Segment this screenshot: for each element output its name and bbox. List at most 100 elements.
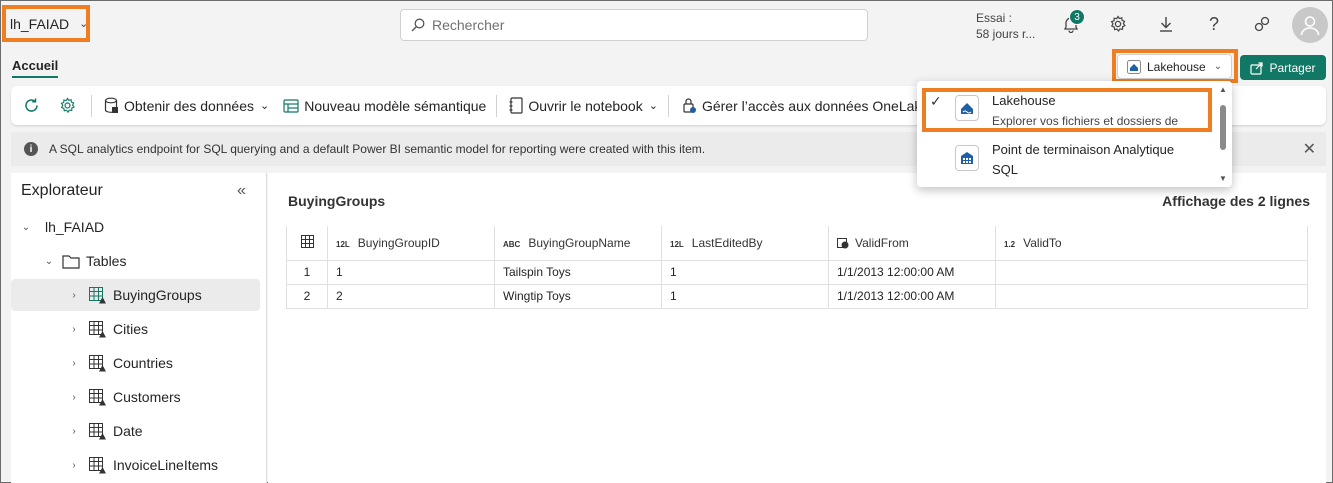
column-name: BuyingGroupName (528, 235, 631, 250)
sql-endpoint-icon (955, 145, 979, 171)
refresh-icon[interactable] (23, 97, 45, 114)
tables-folder-label: Tables (86, 253, 127, 269)
settings-icon[interactable] (59, 97, 81, 114)
scroll-up-icon[interactable]: ▲ (1219, 85, 1227, 94)
column-type-icon: 12L (336, 239, 350, 249)
table-cell[interactable] (995, 259, 1308, 285)
scroll-down-icon[interactable]: ▼ (1219, 174, 1227, 183)
view-switcher-label: Lakehouse (1147, 59, 1206, 74)
settings-icon[interactable] (1106, 12, 1130, 36)
column-header[interactable]: ABC BuyingGroupName (494, 226, 662, 261)
menu-item-title: Point de terminaison Analytique (992, 142, 1175, 157)
tree-item-table[interactable]: › Countries (11, 347, 260, 379)
table-name: InvoiceLineItems (113, 457, 219, 473)
person-icon (1300, 16, 1320, 36)
semantic-model-icon (283, 98, 299, 113)
tree-item-root[interactable]: ⌄ lh_FAIAD (11, 211, 260, 243)
table-icon (89, 320, 106, 337)
table-icon (300, 234, 314, 248)
table-name: BuyingGroups (113, 287, 202, 303)
row-count-label: Affichage des 2 lignes (1162, 193, 1310, 209)
close-icon[interactable]: ✕ (1303, 139, 1316, 159)
get-data-label: Obtenir des données (124, 97, 254, 114)
column-header[interactable]: 12L LastEditedBy (661, 226, 829, 261)
menu-item-sql-endpoint[interactable]: Point de terminaison Analytique SQL (917, 140, 1217, 182)
trial-days: 58 jours r... (976, 27, 1036, 41)
tab-home[interactable]: Accueil (12, 58, 58, 73)
chevron-down-icon: ⌄ (648, 100, 658, 112)
tree-item-tables-folder[interactable]: ⌄ Tables (11, 245, 260, 277)
menu-scrollbar[interactable]: ▲ ▼ (1218, 85, 1228, 183)
new-semantic-model-label: Nouveau modèle sémantique (304, 97, 487, 114)
table-cell[interactable]: 1/1/2013 12:00:00 AM (828, 283, 996, 309)
share-button[interactable]: Partager (1240, 55, 1326, 80)
search-placeholder: Rechercher (432, 17, 505, 33)
menu-item-title: Lakehouse (992, 93, 1056, 108)
table-icon (89, 286, 106, 303)
table-icon (89, 388, 106, 405)
chevron-down-icon: ⌄ (259, 100, 270, 112)
tree-item-table[interactable]: › BuyingGroups (11, 279, 260, 311)
column-name: ValidTo (1023, 235, 1062, 250)
collapse-panel-icon[interactable]: « (237, 182, 246, 200)
table-row[interactable]: 2 2 Wingtip Toys 1 1/1/2013 12:00:00 AM (286, 283, 1308, 309)
column-header[interactable]: 12L BuyingGroupID (327, 226, 495, 261)
ribbon-divider (496, 94, 498, 117)
manage-access-button[interactable]: Gérer l’accès aux données OneLake ( (681, 97, 938, 114)
tree-item-table[interactable]: › Cities (11, 313, 260, 345)
checkmark-icon: ✓ (930, 93, 942, 109)
table-cell[interactable]: 1 (661, 259, 829, 285)
table-cell[interactable]: 1/1/2013 12:00:00 AM (828, 259, 996, 285)
table-cell[interactable]: Wingtip Toys (494, 283, 662, 309)
table-icon (89, 422, 106, 439)
avatar[interactable] (1292, 7, 1328, 43)
trial-status[interactable]: Essai : 58 jours r... (976, 10, 1035, 42)
open-notebook-label: Ouvrir le notebook (528, 97, 643, 114)
open-notebook-button[interactable]: Ouvrir le notebook ⌄ (509, 97, 658, 114)
workspace-selector[interactable]: lh_FAIAD ⌄ (2, 5, 90, 42)
workspace-name: lh_FAIAD (10, 15, 70, 32)
tree-item-table[interactable]: › InvoiceLineItems (11, 449, 260, 481)
top-bar: lh_FAIAD ⌄ Rechercher Essai : 58 jours r… (1, 1, 1332, 48)
help-icon[interactable]: ? (1202, 12, 1226, 36)
table-cell[interactable]: 1 (327, 259, 495, 285)
get-data-button[interactable]: Obtenir des données ⌄ (104, 97, 269, 114)
scroll-thumb[interactable] (1220, 105, 1226, 150)
column-header[interactable]: 1.2 ValidTo (995, 226, 1308, 261)
view-switcher-menu: ✓ Lakehouse Explorer vos fichiers et dos… (917, 81, 1232, 187)
ribbon-divider (91, 94, 92, 117)
new-semantic-model-button[interactable]: Nouveau modèle sémantique (283, 98, 486, 114)
download-icon[interactable] (1154, 12, 1178, 36)
share-icon (1250, 61, 1264, 75)
column-header[interactable]: ValidFrom (828, 226, 996, 261)
view-switcher-button[interactable]: Lakehouse ⌄ (1117, 54, 1232, 79)
row-number: 1 (286, 259, 328, 285)
table-cell[interactable]: Tailspin Toys (494, 259, 662, 285)
table-name: Countries (113, 355, 173, 371)
info-message: A SQL analytics endpoint for SQL queryin… (49, 142, 706, 156)
table-name: Customers (113, 389, 181, 405)
chevron-down-icon: ⌄ (21, 221, 31, 233)
chevron-right-icon: › (72, 289, 76, 301)
datetime-type-icon (837, 237, 849, 249)
feedback-icon[interactable] (1250, 12, 1274, 36)
table-cell[interactable] (995, 283, 1308, 309)
manage-access-label: Gérer l’accès aux données OneLake ( (701, 97, 938, 114)
tree-item-table[interactable]: › Customers (11, 381, 260, 413)
chevron-right-icon: › (72, 391, 76, 403)
chevron-down-icon: ⌄ (44, 255, 54, 267)
tree-item-table[interactable]: › Date (11, 415, 260, 447)
tab-active-indicator (12, 76, 58, 78)
table-row[interactable]: 1 1 Tailspin Toys 1 1/1/2013 12:00:00 AM (286, 259, 1308, 285)
lakehouse-icon (955, 95, 979, 121)
grid-corner[interactable] (286, 226, 328, 261)
table-cell[interactable]: 1 (661, 283, 829, 309)
data-grid: 12L BuyingGroupID ABC BuyingGroupName 12L Las… (286, 226, 1308, 309)
chevron-right-icon: › (72, 357, 76, 369)
table-cell[interactable]: 2 (327, 283, 495, 309)
menu-item-lakehouse[interactable]: ✓ Lakehouse Explorer vos fichiers et dos… (917, 91, 1217, 131)
notebook-icon (509, 97, 523, 114)
lakehouse-icon (1127, 59, 1141, 74)
search-box[interactable]: Rechercher (400, 9, 868, 41)
tree-root-label: lh_FAIAD (45, 219, 105, 235)
